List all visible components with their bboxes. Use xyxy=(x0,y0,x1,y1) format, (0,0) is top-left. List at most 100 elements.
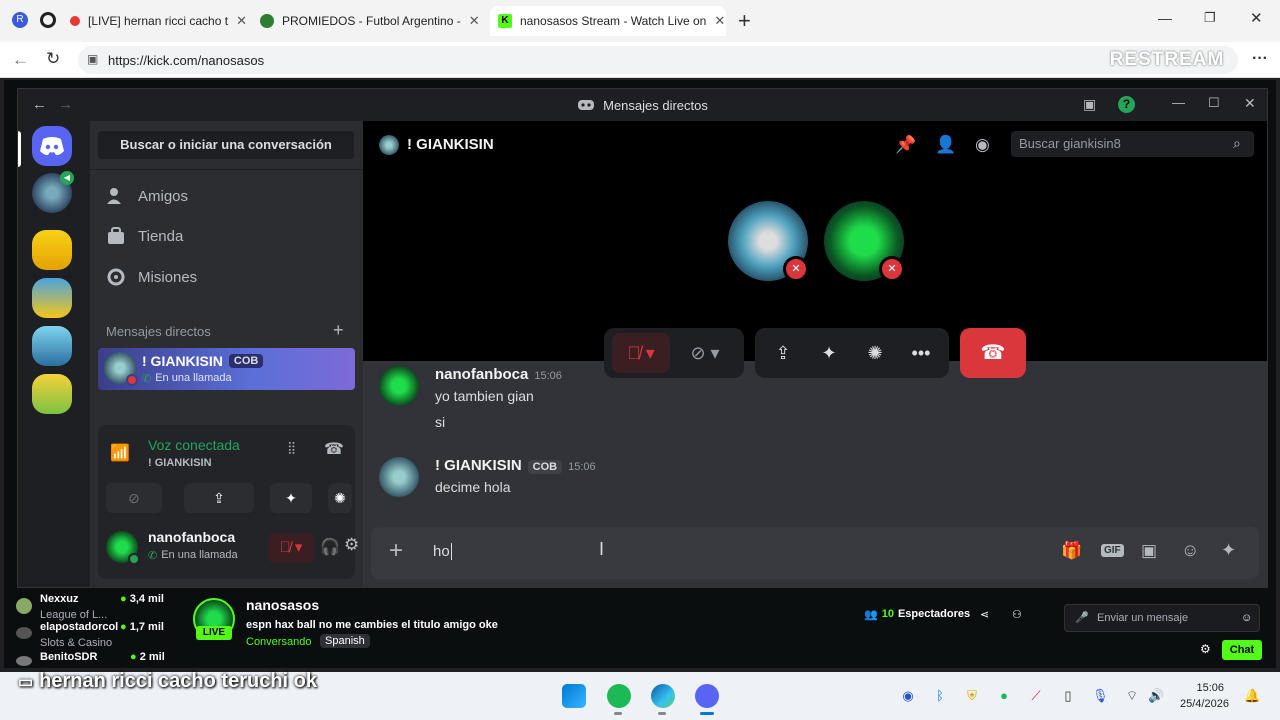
activities-button[interactable]: ✦ xyxy=(270,483,312,513)
edge-icon[interactable] xyxy=(651,684,675,708)
tab-nanosasos[interactable]: K nanosasos Stream - Watch Live on ✕ xyxy=(490,6,726,36)
server-icon-4[interactable] xyxy=(32,374,72,414)
server-icon-2[interactable] xyxy=(32,278,72,318)
language-tag[interactable]: Spanish xyxy=(320,634,370,648)
back-arrow-icon[interactable]: ← xyxy=(12,50,29,70)
message-author[interactable]: nanofanboca xyxy=(435,366,528,383)
new-tab-button[interactable]: + xyxy=(738,8,751,34)
user-profile-icon[interactable]: ◉ xyxy=(975,135,990,155)
add-friend-icon[interactable]: 👤 xyxy=(935,135,956,155)
spotify-tray-icon[interactable]: ● xyxy=(996,688,1012,704)
volume-icon[interactable]: 🔊 xyxy=(1148,688,1164,704)
channel-name[interactable]: Nexxuz xyxy=(40,593,79,605)
gift-icon[interactable]: 🎁 xyxy=(1061,541,1082,561)
kick-chat-input[interactable]: 🎤 Enviar un mensaje ☺ xyxy=(1064,604,1260,632)
url-field[interactable]: ▣ https://kick.com/nanosasos xyxy=(78,46,1238,74)
mute-mic-button[interactable]: 🎙̸ ▾ xyxy=(268,533,314,563)
emoji-icon[interactable]: ☺ xyxy=(1241,605,1252,631)
inbox-icon[interactable]: ▣ xyxy=(1083,96,1096,113)
screen-share-button[interactable]: ⇪ xyxy=(184,483,254,513)
chat-search-input[interactable]: Buscar giankisin8 xyxy=(1011,131,1254,157)
bluetooth-icon[interactable]: ᛒ xyxy=(932,688,948,704)
tab-live-hernan[interactable]: [LIVE] hernan ricci cacho t ✕ xyxy=(62,6,247,36)
extension-icon[interactable] xyxy=(40,12,56,28)
settings-gear-icon[interactable]: ⚙ xyxy=(1200,642,1211,656)
site-info-icon[interactable]: ▣ xyxy=(87,52,98,66)
headphones-icon[interactable]: 🎧 xyxy=(320,537,340,557)
attach-plus-icon[interactable]: + xyxy=(389,537,403,565)
sticker-icon[interactable]: ▣ xyxy=(1141,541,1157,561)
dm-chat: ! GIANKISIN 📌 👤 ◉ Buscar giankisin8 ⌕ ✕ … xyxy=(363,121,1267,587)
message-author[interactable]: ! GIANKISIN xyxy=(435,457,522,474)
camera-off-button[interactable]: ⊘ xyxy=(106,483,162,513)
pin-icon[interactable]: 📌 xyxy=(895,135,916,155)
minimize-button[interactable]: — xyxy=(1158,10,1172,26)
notification-bell-icon[interactable]: 🔔 xyxy=(1244,688,1260,704)
server-icon-1[interactable] xyxy=(32,230,72,270)
nav-misiones[interactable]: Misiones xyxy=(106,267,197,287)
channel-avatar[interactable] xyxy=(16,656,32,666)
channel-name[interactable]: BenitoSDR xyxy=(40,651,97,663)
disconnect-icon[interactable]: ☎ xyxy=(324,439,344,459)
discord-titlebar: ← → Mensajes directos ▣ ? — ☐ ✕ xyxy=(18,89,1267,121)
soundboard-wave-icon[interactable]: ⦙⦙ xyxy=(288,441,295,459)
nav-amigos[interactable]: Amigos xyxy=(106,187,188,205)
close-icon[interactable]: ✕ xyxy=(469,13,480,29)
gif-icon[interactable]: GIF xyxy=(1101,544,1124,557)
dm-item-giankisin[interactable]: ! GIANKISIN COB ✆ En una llamada xyxy=(98,348,355,390)
call-screen-share-button[interactable]: ⇪ xyxy=(763,333,803,373)
spotify-icon[interactable] xyxy=(607,684,631,708)
discord-taskbar-icon[interactable] xyxy=(695,684,719,708)
clock[interactable]: 15:06 25/4/2026 xyxy=(1180,680,1229,712)
call-soundboard-button[interactable]: ✺ xyxy=(855,333,895,373)
call-more-button[interactable]: ••• xyxy=(901,333,941,373)
reload-icon[interactable]: ↻ xyxy=(46,49,60,69)
usb-icon[interactable]: ▯ xyxy=(1060,688,1076,704)
help-icon[interactable]: ? xyxy=(1118,96,1135,113)
channel-name[interactable]: elapostadorcol xyxy=(40,621,118,633)
tray-app-icon[interactable]: ◉ xyxy=(900,688,916,704)
close-icon[interactable]: ✕ xyxy=(714,13,725,29)
close-button[interactable]: ✕ xyxy=(1244,95,1256,112)
more-menu-icon[interactable]: ··· xyxy=(1252,50,1268,68)
security-icon[interactable]: ⛨ xyxy=(964,688,980,704)
add-dm-icon[interactable]: + xyxy=(333,320,344,341)
share-icon[interactable]: ⋖ xyxy=(980,608,989,621)
message-avatar[interactable] xyxy=(379,366,419,406)
tab-promiedos[interactable]: PROMIEDOS - Futbol Argentino - ✕ xyxy=(252,6,484,36)
message-input[interactable]: ho xyxy=(433,543,452,560)
windows-start-icon[interactable] xyxy=(562,684,586,708)
hang-up-button[interactable]: ☎ xyxy=(960,328,1026,378)
call-mute-button[interactable]: 🎙̸ ▾ xyxy=(612,333,670,373)
restore-button[interactable]: ❐ xyxy=(1204,10,1216,26)
minimize-button[interactable]: — xyxy=(1172,95,1185,110)
follow-icon[interactable]: ⚇ xyxy=(1012,608,1022,621)
forward-arrow-icon[interactable]: → xyxy=(58,96,73,113)
maximize-button[interactable]: ☐ xyxy=(1208,95,1220,111)
server-icon-3[interactable] xyxy=(32,326,72,366)
tray-tool-icon[interactable]: ⟋ xyxy=(1028,688,1044,704)
back-arrow-icon[interactable]: ← xyxy=(32,96,47,113)
voice-channel[interactable]: ! GIANKISIN xyxy=(148,457,212,469)
apps-icon[interactable]: ✦ xyxy=(1221,540,1236,561)
profile-icon[interactable]: R xyxy=(12,12,28,28)
channel-avatar[interactable] xyxy=(16,627,32,639)
settings-gear-icon[interactable]: ⚙ xyxy=(344,535,359,555)
close-icon[interactable]: ✕ xyxy=(236,13,247,29)
search-conversation-button[interactable]: Buscar o iniciar una conversación xyxy=(98,131,354,159)
nav-tienda[interactable]: Tienda xyxy=(106,227,183,245)
stream-category[interactable]: Conversando xyxy=(246,636,311,648)
streamer-name[interactable]: nanosasos xyxy=(246,597,319,613)
wifi-icon[interactable]: ⌔ xyxy=(1124,688,1140,704)
message-avatar[interactable] xyxy=(379,457,419,497)
chat-send-button[interactable]: Chat xyxy=(1222,640,1262,660)
channel-avatar[interactable] xyxy=(16,598,32,614)
call-camera-button[interactable]: ⊘ ▾ xyxy=(676,333,734,373)
close-window-button[interactable]: ✕ xyxy=(1250,9,1263,27)
emoji-icon[interactable]: ☺ xyxy=(1181,540,1199,561)
tab-label: nanosasos Stream - Watch Live on xyxy=(520,14,707,28)
discord-home-button[interactable] xyxy=(32,126,72,166)
soundboard-button[interactable]: ✺ xyxy=(328,483,352,513)
call-activities-button[interactable]: ✦ xyxy=(809,333,849,373)
microphone-icon[interactable]: 🎙 xyxy=(1092,688,1109,704)
